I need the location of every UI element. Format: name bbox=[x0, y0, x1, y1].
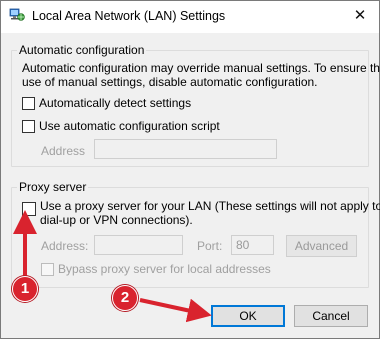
close-icon: ✕ bbox=[353, 7, 367, 24]
automatic-configuration-legend: Automatic configuration bbox=[17, 43, 147, 57]
use-proxy-label: Use a proxy server for your LAN (These s… bbox=[40, 199, 380, 227]
use-proxy-label-line2: dial-up or VPN connections). bbox=[40, 213, 193, 227]
detect-settings-checkbox[interactable] bbox=[22, 97, 35, 110]
title-bar: Local Area Network (LAN) Settings ✕ bbox=[1, 1, 379, 33]
script-address-field[interactable] bbox=[94, 139, 277, 159]
proxy-port-label: Port: bbox=[197, 239, 223, 253]
detect-settings-checkbox-row[interactable]: Automatically detect settings bbox=[22, 96, 191, 110]
network-settings-icon bbox=[9, 8, 25, 21]
use-proxy-checkbox-row[interactable]: Use a proxy server for your LAN (These s… bbox=[22, 199, 380, 227]
bypass-local-checkbox[interactable] bbox=[41, 263, 54, 276]
annotation-badge-1: 1 bbox=[12, 276, 38, 302]
proxy-address-field[interactable] bbox=[94, 235, 183, 255]
bypass-local-checkbox-row[interactable]: Bypass proxy server for local addresses bbox=[41, 262, 271, 276]
auto-config-description-line2: use of manual settings, disable automati… bbox=[22, 75, 318, 89]
auto-config-description-line1: Automatic configuration may override man… bbox=[22, 61, 380, 75]
cancel-button[interactable]: Cancel bbox=[294, 305, 368, 327]
window-title: Local Area Network (LAN) Settings bbox=[32, 9, 226, 23]
advanced-button[interactable]: Advanced bbox=[286, 235, 357, 257]
detect-settings-label: Automatically detect settings bbox=[39, 96, 192, 110]
config-script-checkbox[interactable] bbox=[22, 120, 35, 133]
ok-button[interactable]: OK bbox=[211, 305, 285, 327]
proxy-address-label: Address: bbox=[41, 239, 89, 253]
config-script-label: Use automatic configuration script bbox=[39, 119, 220, 133]
script-address-label: Address bbox=[41, 144, 86, 158]
lan-settings-dialog: Local Area Network (LAN) Settings ✕ Auto… bbox=[0, 0, 380, 339]
proxy-server-legend: Proxy server bbox=[17, 180, 89, 194]
use-proxy-checkbox[interactable] bbox=[22, 202, 36, 216]
use-proxy-label-line1: Use a proxy server for your LAN (These s… bbox=[40, 199, 380, 213]
proxy-port-field[interactable]: 80 bbox=[231, 235, 274, 255]
annotation-badge-2: 2 bbox=[112, 285, 138, 311]
bypass-local-label: Bypass proxy server for local addresses bbox=[58, 262, 271, 276]
close-button[interactable]: ✕ bbox=[347, 4, 373, 28]
config-script-checkbox-row[interactable]: Use automatic configuration script bbox=[22, 119, 220, 133]
